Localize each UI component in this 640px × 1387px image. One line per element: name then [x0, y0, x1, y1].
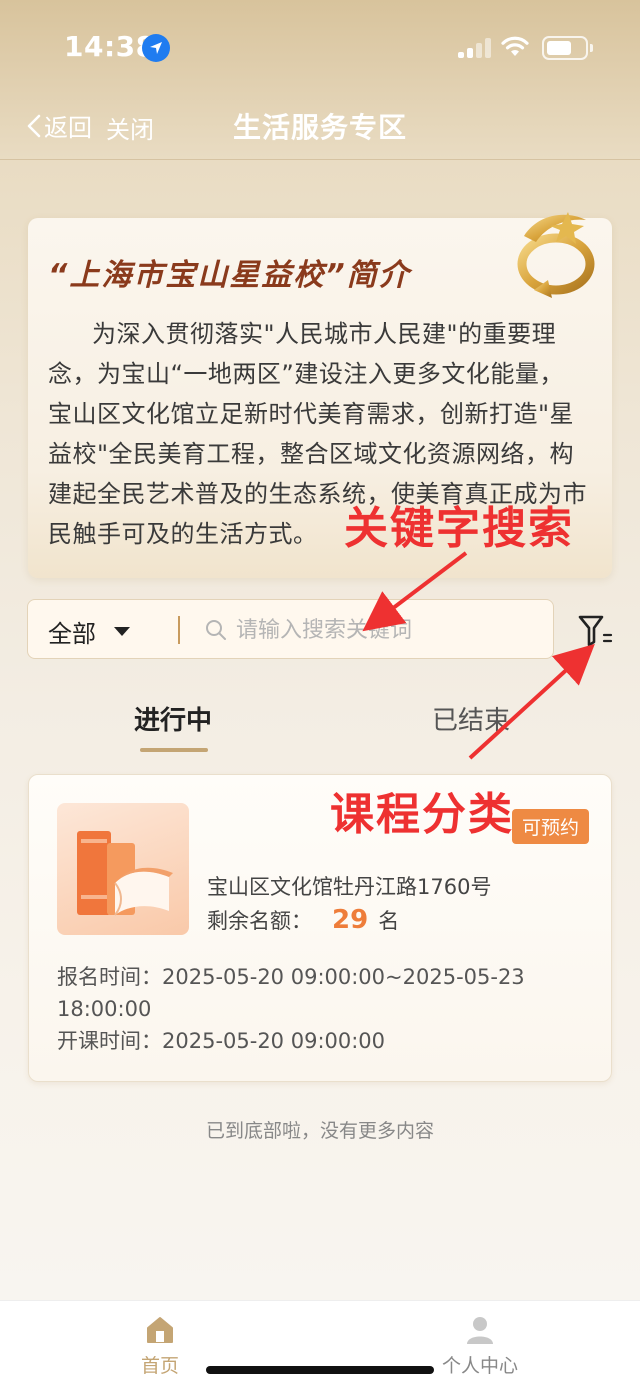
search-input[interactable] — [236, 612, 536, 648]
status-bar: 14:38 — [0, 0, 640, 90]
filter-icon[interactable] — [576, 611, 616, 651]
annotation-keyword-search: 关键字搜索 — [344, 503, 574, 554]
status-badge: 可预约 — [511, 809, 589, 844]
search-icon — [206, 620, 226, 640]
search-divider — [178, 616, 180, 644]
tab-active-indicator — [140, 748, 208, 752]
page-title: 生活服务专区 — [232, 111, 407, 144]
start-time: 开课时间：2025-05-20 09:00:00 — [57, 1025, 385, 1055]
location-arrow-icon — [142, 34, 170, 62]
caret-down-icon — [114, 627, 130, 636]
start-time-label: 开课时间： — [57, 1029, 162, 1053]
course-card[interactable]: 可预约 宝山区文化馆牡丹江路1760号 剩余名额： 29 名 报名时间：2025… — [28, 774, 612, 1082]
remaining-label: 剩余名额： — [207, 909, 312, 933]
search-box: 全部 — [27, 599, 554, 659]
annotation-course-category: 课程分类 — [330, 789, 514, 840]
course-location: 宝山区文化馆牡丹江路1760号 — [207, 875, 492, 899]
star-school-logo-icon — [517, 212, 595, 298]
course-thumbnail — [57, 803, 189, 935]
remaining-unit: 名 — [378, 909, 400, 933]
remaining-count: 29 — [332, 905, 369, 935]
category-dropdown[interactable]: 全部 — [48, 614, 130, 649]
tab-ongoing[interactable]: 进行中 — [134, 700, 212, 737]
home-indicator — [206, 1366, 434, 1374]
cellular-signal-icon — [458, 38, 492, 58]
home-icon — [147, 1317, 173, 1343]
intro-title: “上海市宝山星益校”简介 — [48, 258, 411, 293]
registration-time: 报名时间：2025-05-20 09:00:00~2025-05-23 18:0… — [57, 961, 597, 1025]
end-of-list-hint: 已到底部啦，没有更多内容 — [205, 1120, 434, 1142]
category-dropdown-value: 全部 — [48, 620, 96, 648]
user-icon — [467, 1317, 493, 1344]
navigation-bar: 返回 关闭 生活服务专区 — [0, 90, 640, 160]
remaining-seats: 剩余名额： 29 名 — [207, 905, 399, 935]
start-time-value: 2025-05-20 09:00:00 — [162, 1029, 386, 1053]
battery-icon — [542, 36, 593, 60]
registration-time-label: 报名时间： — [57, 965, 162, 989]
book-icon — [77, 831, 173, 916]
tab-ended[interactable]: 已结束 — [432, 700, 510, 737]
wifi-icon — [500, 34, 530, 62]
